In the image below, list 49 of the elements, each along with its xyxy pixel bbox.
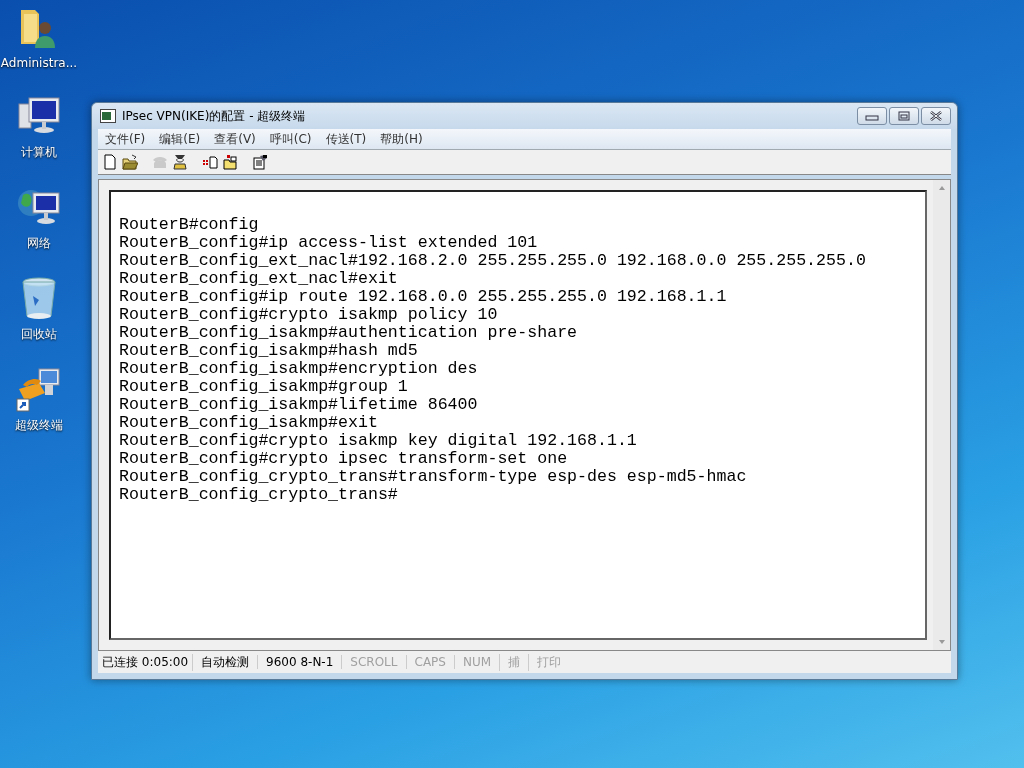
desktop-icon-label[interactable]: 计算机 (21, 144, 57, 161)
receive-file-icon[interactable] (222, 154, 238, 170)
terminal-line: RouterB_config_isakmp#encryption des (119, 360, 479, 378)
terminal-line: RouterB_config_isakmp#authentication pre-share (119, 324, 579, 342)
status-field: SCROLL (341, 655, 406, 669)
minimize-icon (865, 115, 879, 121)
terminal-line: RouterB_config_isakmp#group 1 (119, 378, 409, 396)
terminal-line: RouterB#config (119, 216, 260, 234)
menu-item[interactable]: 查看(V) (207, 130, 263, 148)
terminal-line: RouterB_config_isakmp#exit (119, 414, 379, 432)
desktop-icon-label[interactable]: Administra... (0, 56, 78, 70)
terminal-line: RouterB_config#crypto isakmp policy 10 (119, 306, 499, 324)
terminal-line: RouterB_config_isakmp#lifetime 86400 (119, 396, 479, 414)
menu-item[interactable]: 编辑(E) (152, 130, 208, 148)
phone-computer-icon[interactable] (15, 367, 63, 413)
menu-item[interactable]: 文件(F) (98, 130, 153, 148)
terminal-screen[interactable] (109, 190, 927, 640)
status-field: 自动检测 (192, 653, 258, 671)
maximize-icon (898, 111, 910, 121)
terminal-line: RouterB_config#ip access-list extended 101 (119, 234, 539, 252)
status-field: NUM (453, 655, 500, 669)
new-document-icon[interactable] (102, 154, 118, 170)
terminal-line: RouterB_config#ip route 192.168.0.0 255.255.255.0 192.168.1.1 (119, 288, 728, 306)
status-field: 9600 8-N-1 (257, 655, 342, 669)
terminal-line: RouterB_config_ext_nacl#192.168.2.0 255.255.255.0 192.168.0.0 255.255.255.0 (119, 252, 867, 270)
menu-item[interactable]: 传送(T) (318, 130, 374, 148)
terminal-line: RouterB_config#crypto isakmp key digital 192.168.1.1 (119, 432, 638, 450)
terminal-line: RouterB_config_crypto_trans# (119, 486, 399, 504)
menu-item[interactable]: 帮助(H) (373, 130, 430, 148)
desktop-icon-label[interactable]: 超级终端 (15, 417, 63, 434)
status-field: CAPS (405, 655, 454, 669)
terminal-icon (100, 109, 116, 123)
minimize-button[interactable] (857, 107, 887, 125)
open-folder-icon[interactable] (122, 154, 138, 170)
desktop-icon-label[interactable]: 网络 (27, 235, 51, 252)
terminal-line: RouterB_config#crypto ipsec transform-set one (119, 450, 569, 468)
status-field: 已连接 0:05:00 (98, 653, 193, 671)
terminal-line: RouterB_config_ext_nacl#exit (119, 270, 399, 288)
send-file-icon[interactable] (202, 154, 218, 170)
menu-item[interactable]: 呼叫(C) (262, 130, 319, 148)
maximize-button[interactable] (889, 107, 919, 125)
window-title: IPsec VPN(IKE)的配置 - 超级终端 (122, 107, 307, 125)
terminal-line: RouterB_config_isakmp#hash md5 (119, 342, 419, 360)
desktop-icon-label[interactable]: 回收站 (21, 326, 57, 343)
status-field: 打印 (528, 653, 570, 671)
close-button[interactable] (921, 107, 951, 125)
close-icon (929, 110, 943, 122)
terminal-line: RouterB_config_crypto_trans#transform-type esp-des esp-md5-hmac (119, 468, 748, 486)
status-field: 捕 (499, 653, 529, 671)
